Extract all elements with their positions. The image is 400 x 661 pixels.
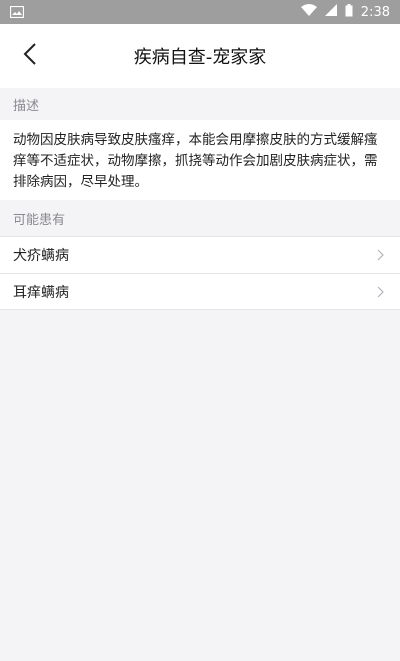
list-item-label: 耳痒螨病 [13,284,69,301]
description-card: 动物因皮肤病导致皮肤瘙痒，本能会用摩擦皮肤的方式缓解瘙痒等不适症状，动物摩擦，抓… [0,120,400,200]
status-bar: 2:38 [0,0,400,24]
chevron-right-icon [377,286,384,298]
list-item[interactable]: 耳痒螨病 [0,273,400,310]
chevron-left-icon [23,43,37,69]
signal-icon [324,4,337,20]
section-label: 描述 [13,98,40,114]
description-text: 动物因皮肤病导致皮肤瘙痒，本能会用摩擦皮肤的方式缓解瘙痒等不适症状，动物摩擦，抓… [13,132,378,190]
possible-disease-list: 犬疥螨病 耳痒螨病 [0,236,400,310]
gallery-icon [9,3,25,22]
status-time: 2:38 [360,4,390,20]
section-header-possible: 可能患有 [0,200,400,236]
list-item[interactable]: 犬疥螨病 [0,236,400,273]
section-header-description: 描述 [0,88,400,120]
back-button[interactable] [14,40,46,72]
section-label: 可能患有 [13,212,66,228]
wifi-icon [300,4,317,20]
chevron-right-icon [377,249,384,261]
page-title: 疾病自查-宠家家 [133,47,267,68]
app-bar: 疾病自查-宠家家 [0,24,400,88]
battery-icon [345,3,353,21]
list-item-label: 犬疥螨病 [13,248,69,264]
